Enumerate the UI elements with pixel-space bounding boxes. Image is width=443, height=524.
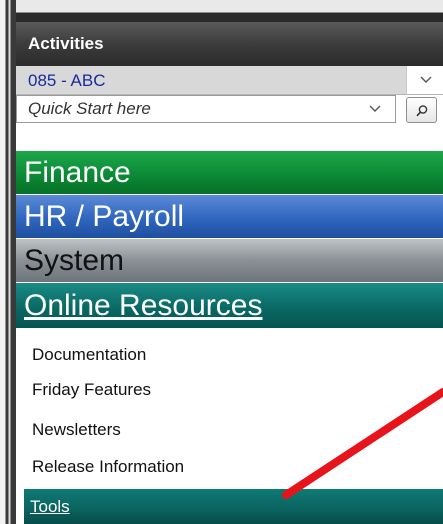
search-button[interactable] [406,97,437,123]
category-finance[interactable]: Finance [16,151,443,195]
district-select-value: 085 - ABC [28,71,106,90]
panel-title: Activities [16,22,443,66]
category-online-resources[interactable]: Online Resources [16,283,443,329]
resource-item-documentation[interactable]: Documentation [32,339,146,371]
resource-item-tools-label: Tools [30,497,70,516]
chevron-down-icon[interactable] [355,96,395,122]
district-select[interactable]: 085 - ABC [16,66,443,95]
resource-item-release-information[interactable]: Release Information [32,451,184,483]
resource-item-tools[interactable]: Tools [24,489,443,524]
category-online-resources-label: Online Resources [24,289,263,322]
chevron-down-icon[interactable] [406,66,443,94]
search-icon [416,105,428,117]
resource-item-newsletters[interactable]: Newsletters [32,414,121,446]
window-top-edge [0,0,443,22]
application-window: Activities 085 - ABC Finance HR / Payrol… [0,0,443,524]
quick-start-input[interactable] [17,96,355,122]
category-hr-payroll[interactable]: HR / Payroll [16,195,443,239]
resource-item-friday-features[interactable]: Friday Features [32,374,151,406]
category-system[interactable]: System [16,239,443,283]
activities-panel: Activities 085 - ABC Finance HR / Payrol… [16,22,443,524]
quick-start-combobox[interactable] [16,95,396,123]
window-left-edge [0,0,16,524]
